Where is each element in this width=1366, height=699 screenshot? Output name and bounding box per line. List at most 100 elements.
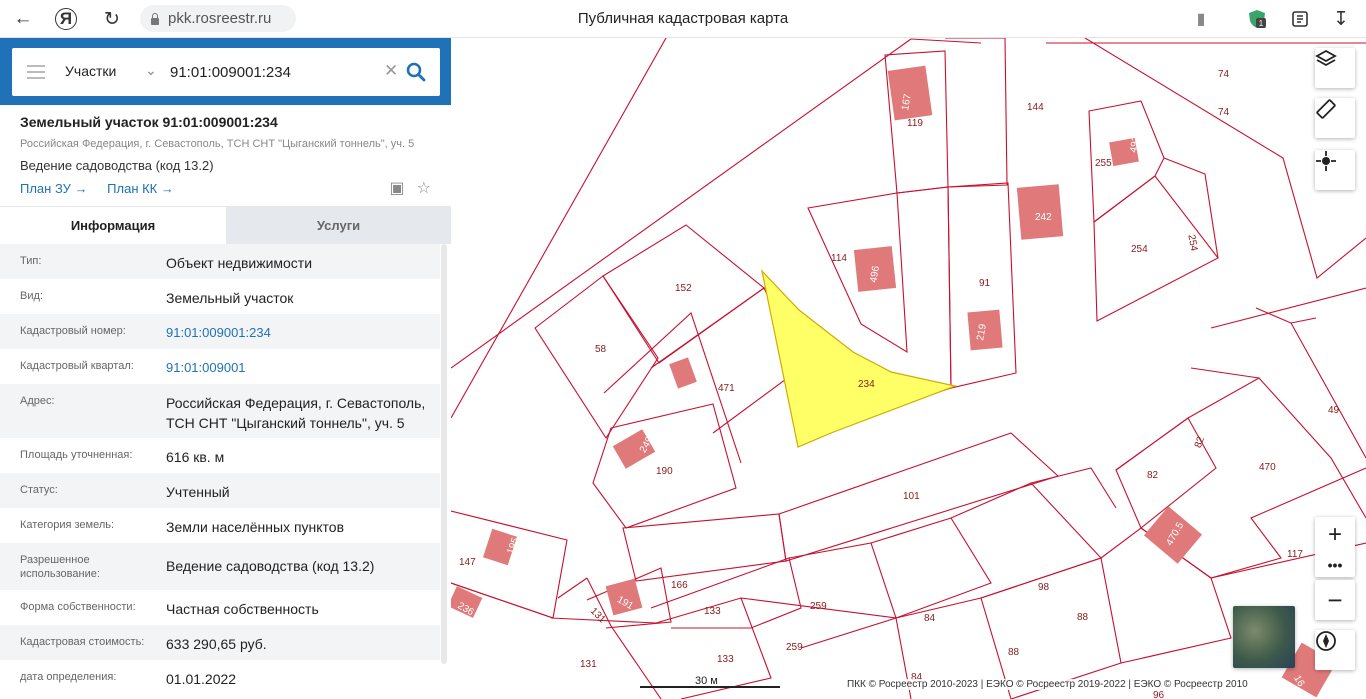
- address-bar[interactable]: pkk.rosreestr.ru: [140, 5, 296, 32]
- find-on-map-icon[interactable]: ▣: [390, 178, 405, 198]
- collapse-panel-icon[interactable]: ‹: [453, 63, 458, 81]
- info-row: Статус: Учтенный: [0, 473, 440, 508]
- svg-text:259: 259: [786, 642, 803, 653]
- reader-mode-icon[interactable]: [1287, 6, 1313, 32]
- svg-text:49: 49: [1328, 405, 1340, 416]
- yandex-logo-icon[interactable]: Я: [55, 8, 77, 30]
- star-icon[interactable]: ☆: [417, 178, 431, 198]
- url-text: pkk.rosreestr.ru: [168, 10, 272, 27]
- svg-text:254: 254: [1185, 234, 1199, 253]
- info-value: 01.01.2022: [166, 671, 237, 687]
- svg-text:74: 74: [1218, 69, 1230, 80]
- plan-zu-link[interactable]: План ЗУ →: [20, 181, 88, 196]
- info-row: Адрес: Российская Федерация, г. Севастопо…: [0, 384, 440, 438]
- info-key: Статус:: [20, 484, 58, 496]
- object-address: Российская Федерация, г. Севастополь, ТС…: [20, 138, 415, 150]
- close-icon[interactable]: ✕: [384, 61, 398, 81]
- layers-button[interactable]: [1315, 48, 1355, 88]
- satellite-layer-thumbnail[interactable]: [1233, 606, 1295, 668]
- svg-text:190: 190: [656, 466, 673, 477]
- info-value: 616 кв. м: [166, 449, 225, 465]
- tabs: Информация Услуги: [0, 206, 451, 244]
- parcel-layer[interactable]: 74 74 167 119 144 255 492 242 114 496 15…: [451, 38, 1366, 699]
- svg-text:147: 147: [459, 557, 476, 568]
- search-icon[interactable]: [404, 60, 428, 84]
- svg-text:88: 88: [1008, 647, 1020, 658]
- zoom-in-button[interactable]: + •••: [1315, 517, 1355, 577]
- info-key: Тип:: [20, 255, 42, 267]
- cadastral-number-link[interactable]: 91:01:009001:234: [166, 314, 440, 349]
- download-icon[interactable]: ↧: [1328, 6, 1354, 32]
- info-value: Земли населённых пунктов: [166, 519, 345, 535]
- search-input[interactable]: [170, 60, 370, 84]
- info-key: Вид:: [20, 290, 43, 302]
- info-key: Площадь уточненная:: [20, 449, 133, 461]
- info-row: Кадастровый номер: 91:01:009001:234: [0, 314, 440, 349]
- svg-text:470: 470: [1259, 462, 1276, 473]
- info-key: Разрешенное использование:: [20, 554, 100, 580]
- info-row: дата определения: 01.01.2022: [0, 660, 440, 695]
- info-key: Кадастровый квартал:: [20, 360, 134, 372]
- object-usage: Ведение садоводства (код 13.2): [20, 158, 214, 173]
- svg-text:144: 144: [1027, 102, 1044, 113]
- info-key: Кадастровый номер:: [20, 325, 126, 337]
- svg-text:131: 131: [588, 606, 608, 626]
- svg-text:259: 259: [810, 601, 827, 612]
- cadastral-quarter-link[interactable]: 91:01:009001: [166, 349, 440, 384]
- plan-kk-link[interactable]: План КК →: [107, 181, 174, 196]
- info-key: Адрес:: [20, 395, 55, 407]
- info-value: Ведение садоводства (код 13.2): [166, 558, 375, 574]
- search-band: Участки ⌄ ✕: [0, 38, 451, 105]
- svg-text:96: 96: [1153, 690, 1165, 699]
- copyright-text: ПКК © Росреестр 2010-2023 | ЕЭКО © Росре…: [847, 679, 1248, 690]
- info-key: дата определения:: [20, 671, 117, 683]
- svg-text:254: 254: [1131, 244, 1148, 255]
- reload-icon[interactable]: ↻: [99, 6, 125, 32]
- info-row: Вид: Земельный участок: [0, 279, 440, 314]
- svg-text:234: 234: [858, 379, 875, 390]
- svg-text:242: 242: [1035, 212, 1052, 223]
- svg-text:255: 255: [1095, 158, 1112, 169]
- search-type-select[interactable]: Участки: [65, 63, 116, 79]
- zoom-out-button[interactable]: −: [1315, 580, 1355, 620]
- bookmark-icon[interactable]: ▮: [1188, 6, 1214, 32]
- info-key: Категория земель:: [20, 519, 115, 531]
- svg-text:152: 152: [675, 283, 692, 294]
- tab-services[interactable]: Услуги: [226, 207, 451, 244]
- compass-button[interactable]: [1315, 630, 1355, 670]
- info-key: Кадастровая стоимость:: [20, 636, 145, 648]
- svg-text:131: 131: [580, 659, 597, 670]
- info-value: 633 290,65 руб.: [166, 636, 267, 652]
- locate-button[interactable]: [1315, 150, 1355, 190]
- info-row: Кадастровый квартал: 91:01:009001: [0, 349, 440, 384]
- info-value: Частная собственность: [166, 601, 319, 617]
- svg-text:119: 119: [907, 118, 923, 129]
- shield-extension-icon[interactable]: 1: [1244, 6, 1270, 32]
- info-row: Разрешенное использование: Ведение садово…: [0, 543, 440, 590]
- svg-text:82: 82: [1147, 470, 1159, 481]
- info-key: Форма собственности:: [20, 601, 136, 613]
- svg-text:88: 88: [1077, 612, 1089, 623]
- tab-info[interactable]: Информация: [0, 207, 226, 244]
- ruler-button[interactable]: [1315, 98, 1355, 138]
- browser-toolbar: ← Я ↻ pkk.rosreestr.ru Публичная кадастр…: [0, 0, 1366, 38]
- info-value: Учтенный: [166, 484, 230, 500]
- info-value: Земельный участок: [166, 290, 294, 306]
- svg-text:74: 74: [1218, 107, 1230, 118]
- back-arrow-icon[interactable]: ←: [10, 6, 36, 32]
- menu-icon[interactable]: [27, 65, 45, 79]
- info-row: Тип: Объект недвижимости: [0, 244, 440, 279]
- svg-text:117: 117: [1287, 549, 1303, 560]
- search-box: Участки ⌄ ✕: [12, 48, 440, 96]
- object-header: Земельный участок 91:01:009001:234 Росси…: [0, 105, 451, 209]
- svg-text:91: 91: [979, 278, 991, 289]
- scale-label: 30 м: [695, 675, 718, 687]
- info-table: Тип: Объект недвижимости Вид: Земельный уч…: [0, 244, 440, 695]
- svg-text:101: 101: [903, 491, 920, 502]
- svg-text:166: 166: [671, 580, 688, 591]
- info-value: Объект недвижимости: [166, 255, 313, 271]
- scrollbar[interactable]: [441, 244, 447, 664]
- chevron-down-icon[interactable]: ⌄: [145, 62, 157, 79]
- svg-text:1: 1: [1259, 19, 1264, 28]
- cadastral-map[interactable]: 74 74 167 119 144 255 492 242 114 496 15…: [451, 38, 1366, 699]
